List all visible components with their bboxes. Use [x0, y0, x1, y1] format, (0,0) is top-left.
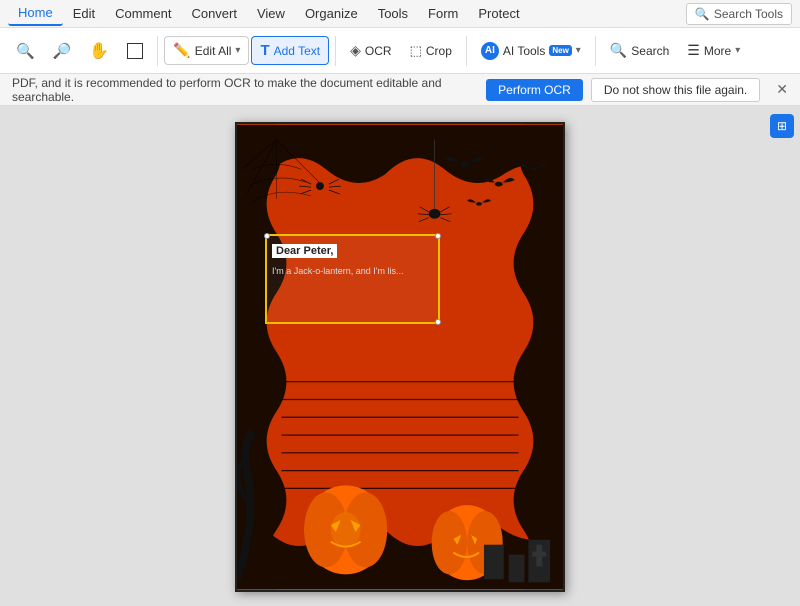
separator-3 — [466, 36, 467, 66]
close-notification-icon[interactable]: ✕ — [776, 81, 788, 98]
ocr-label: OCR — [365, 44, 392, 58]
search-tools-icon: 🔍 — [695, 7, 710, 21]
crop-icon: ⬚ — [410, 43, 422, 59]
search-label: Search — [631, 44, 669, 58]
menu-bar: Home Edit Comment Convert View Organize … — [0, 0, 800, 28]
search-tools-label: Search Tools — [714, 7, 783, 21]
search-button[interactable]: 🔍 Search — [602, 37, 677, 64]
select-icon — [127, 43, 143, 59]
edit-dropdown-arrow: ▾ — [235, 45, 240, 56]
menu-edit[interactable]: Edit — [63, 2, 105, 25]
ocr-icon: ◈ — [350, 42, 361, 59]
text-dear-peter[interactable]: Dear Peter, — [272, 244, 337, 258]
toolbar: 🔍 🔎 ✋ ✏️ Edit All ▾ T Add Text ◈ OCR ⬚ C… — [0, 28, 800, 74]
hand-icon: ✋ — [89, 41, 109, 61]
new-badge: New — [549, 45, 571, 56]
separator-2 — [335, 36, 336, 66]
add-text-button[interactable]: T Add Text — [251, 36, 329, 65]
more-dropdown-arrow: ▾ — [735, 45, 740, 56]
document-text: Dear Peter, I'm a Jack-o-lantern, and I'… — [272, 242, 403, 276]
side-panel-icon: ⊞ — [777, 119, 787, 133]
zoom-out-button[interactable]: 🔍 — [8, 37, 43, 65]
main-content: ⊞ — [0, 106, 800, 606]
ocr-button[interactable]: ◈ OCR — [342, 37, 399, 64]
add-text-label: Add Text — [274, 44, 320, 58]
menu-organize[interactable]: Organize — [295, 2, 368, 25]
select-tool-button[interactable] — [119, 38, 151, 64]
menu-protect[interactable]: Protect — [468, 2, 529, 25]
menu-comment[interactable]: Comment — [105, 2, 181, 25]
menu-view[interactable]: View — [247, 2, 295, 25]
ai-icon: AI — [481, 42, 499, 60]
handle-bottom-right — [435, 319, 441, 325]
hand-tool-button[interactable]: ✋ — [81, 36, 117, 66]
halloween-background — [237, 124, 563, 590]
edit-all-label: Edit All — [195, 44, 232, 58]
search-icon: 🔍 — [610, 42, 627, 59]
more-label: More — [704, 44, 731, 58]
edit-all-button[interactable]: ✏️ Edit All ▾ — [164, 36, 249, 65]
menu-form[interactable]: Form — [418, 2, 468, 25]
crop-label: Crop — [426, 44, 452, 58]
menu-tools[interactable]: Tools — [368, 2, 418, 25]
edit-icon: ✏️ — [173, 42, 190, 59]
ai-tools-label: AI Tools — [503, 44, 545, 58]
notification-bar: PDF, and it is recommended to perform OC… — [0, 74, 800, 106]
zoom-in-icon: 🔎 — [53, 42, 72, 60]
handle-top-left — [264, 233, 270, 239]
separator-4 — [595, 36, 596, 66]
dismiss-button[interactable]: Do not show this file again. — [591, 78, 760, 102]
crop-button[interactable]: ⬚ Crop — [402, 38, 460, 64]
more-icon: ☰ — [687, 42, 700, 59]
handle-top-right — [435, 233, 441, 239]
menu-home[interactable]: Home — [8, 1, 63, 26]
add-text-icon: T — [260, 42, 269, 59]
side-panel-toggle[interactable]: ⊞ — [770, 114, 794, 138]
pdf-page: Dear Peter, I'm a Jack-o-lantern, and I'… — [235, 122, 565, 592]
text-body: I'm a Jack-o-lantern, and I'm lis... — [272, 266, 403, 276]
perform-ocr-button[interactable]: Perform OCR — [486, 79, 583, 101]
menu-convert[interactable]: Convert — [181, 2, 247, 25]
ai-tools-button[interactable]: AI AI Tools New ▾ — [473, 37, 589, 65]
zoom-out-icon: 🔍 — [16, 42, 35, 60]
notification-text: PDF, and it is recommended to perform OC… — [12, 76, 478, 104]
search-tools[interactable]: 🔍 Search Tools — [686, 3, 792, 25]
separator-1 — [157, 36, 158, 66]
zoom-in-button[interactable]: 🔎 — [45, 37, 80, 65]
ai-dropdown-arrow: ▾ — [576, 45, 581, 56]
more-button[interactable]: ☰ More ▾ — [679, 37, 748, 64]
